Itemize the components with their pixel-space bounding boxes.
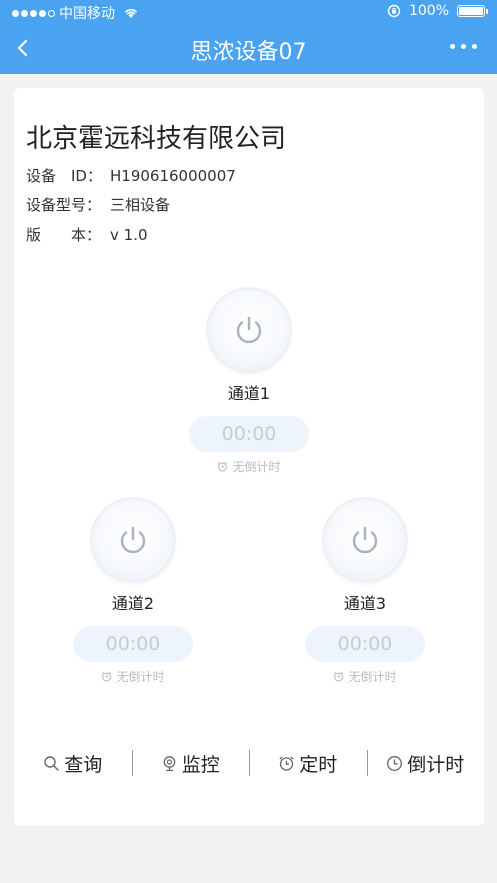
- channel-3-power-button[interactable]: [325, 500, 405, 580]
- carrier-name: 中国移动: [59, 6, 115, 22]
- top-bar: 中国移动 100% 思浓设备07: [0, 0, 497, 74]
- rotation-lock-icon: [387, 4, 401, 18]
- channel-2-timer[interactable]: 00:00: [73, 626, 193, 662]
- camera-icon: [163, 755, 176, 771]
- channel-1-name: 通道1: [227, 384, 271, 403]
- company-name: 北京霍远科技有限公司: [26, 124, 287, 154]
- channel-2-name: 通道2: [111, 594, 155, 613]
- action-toolbar: 查询 监控 定时 倒计时: [14, 746, 484, 780]
- schedule-button[interactable]: 定时: [249, 746, 367, 780]
- power-icon: [236, 316, 262, 344]
- countdown-label: 倒计时: [407, 753, 465, 776]
- device-id-row: 设备 ID： H190616000007: [26, 165, 236, 186]
- power-icon: [120, 526, 146, 554]
- search-icon: [44, 755, 59, 771]
- device-card: 北京霍远科技有限公司 设备 ID： H190616000007 设备型号： 三相设备…: [14, 88, 484, 826]
- query-button[interactable]: 查询: [14, 746, 132, 780]
- device-model-row: 设备型号： 三相设备: [26, 194, 170, 215]
- nav-bar: 思浓设备07: [0, 22, 497, 74]
- channel-3-countdown-text: 无倒计时: [348, 670, 397, 684]
- channel-1: 通道1 00:00 无倒计时: [179, 290, 319, 475]
- page-title: 思浓设备07: [190, 40, 307, 65]
- device-model-value: 三相设备: [110, 196, 171, 214]
- channel-2-power-button[interactable]: [93, 500, 173, 580]
- channel-3-countdown: 无倒计时: [295, 668, 435, 685]
- device-model-label: 设备型号：: [26, 196, 102, 214]
- alarm-clock-icon: [102, 671, 112, 682]
- channel-2-countdown-text: 无倒计时: [116, 670, 165, 684]
- alarm-clock-icon: [279, 756, 294, 771]
- device-version-row: 版 本： v 1.0: [26, 224, 148, 245]
- schedule-label: 定时: [299, 753, 338, 776]
- monitor-label: 监控: [181, 753, 220, 776]
- signal-icon: [12, 9, 55, 17]
- channel-1-countdown: 无倒计时: [179, 458, 319, 475]
- query-label: 查询: [64, 753, 103, 776]
- status-left: 中国移动: [12, 3, 139, 23]
- channel-3-timer[interactable]: 00:00: [305, 626, 425, 662]
- power-icon: [352, 526, 378, 554]
- monitor-button[interactable]: 监控: [131, 746, 250, 780]
- channel-1-power-button[interactable]: [209, 290, 289, 370]
- alarm-clock-icon: [334, 671, 344, 682]
- channel-2-countdown: 无倒计时: [63, 668, 203, 685]
- device-id-label: 设备 ID：: [26, 167, 102, 185]
- channel-1-countdown-text: 无倒计时: [232, 460, 281, 474]
- channel-3: 通道3 00:00 无倒计时: [295, 500, 435, 685]
- more-dots-icon[interactable]: [450, 44, 477, 49]
- status-right: 100%: [387, 3, 488, 19]
- wifi-icon: [124, 8, 138, 18]
- battery-icon: [457, 5, 488, 17]
- status-bar: 中国移动 100%: [0, 0, 497, 22]
- alarm-clock-icon: [218, 461, 228, 472]
- countdown-button[interactable]: 倒计时: [366, 746, 485, 780]
- device-version-value: v 1.0: [110, 226, 148, 244]
- channel-2: 通道2 00:00 无倒计时: [63, 500, 203, 685]
- device-version-label: 版 本：: [26, 226, 102, 244]
- channel-1-timer[interactable]: 00:00: [189, 416, 309, 452]
- clock-icon: [387, 755, 403, 771]
- channel-3-name: 通道3: [343, 594, 387, 613]
- battery-percent: 100%: [408, 3, 449, 19]
- device-id-value: H190616000007: [110, 167, 236, 185]
